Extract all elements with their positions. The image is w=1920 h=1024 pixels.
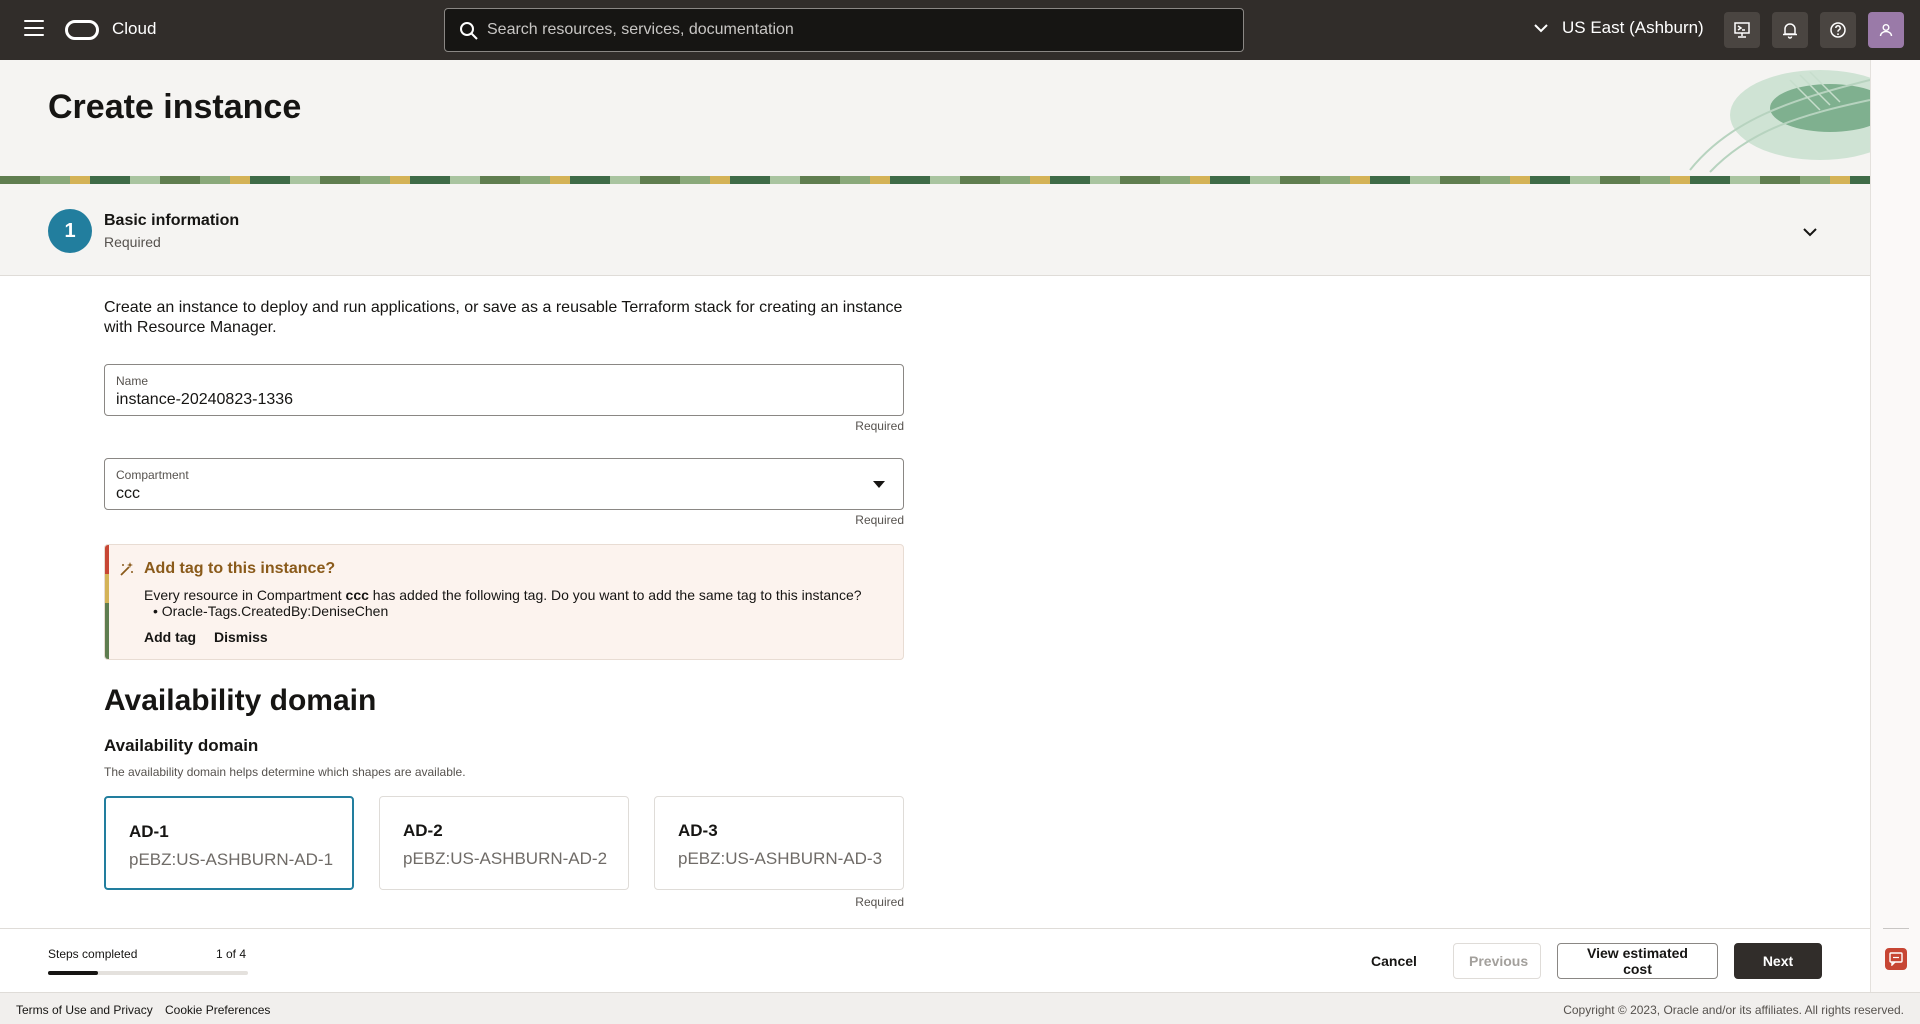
page-footer: Terms of Use and Privacy Cookie Preferen… — [0, 992, 1920, 1024]
progress-fill — [48, 971, 98, 975]
name-input[interactable] — [116, 391, 856, 409]
step-subtitle: Required — [104, 234, 161, 250]
tag-suggestion-banner: Add tag to this instance? Every resource… — [104, 544, 904, 660]
tag-suggestion-title: Add tag to this instance? — [144, 560, 336, 577]
ad-name: AD-1 — [129, 822, 169, 841]
search-box[interactable] — [444, 8, 1244, 52]
steps-completed-count: 1 of 4 — [216, 947, 247, 961]
wizard-action-bar: Steps completed 1 of 4 Cancel Previous V… — [0, 928, 1870, 992]
steps-progress-bar — [48, 971, 248, 975]
cloud-shell-icon — [1734, 22, 1750, 38]
main-form: Create an instance to deploy and run app… — [0, 276, 1870, 928]
cloud-logo-icon[interactable] — [65, 20, 99, 40]
region-label: US East (Ashburn) — [1562, 18, 1704, 37]
dropdown-caret-icon[interactable] — [873, 481, 885, 488]
ad-name: AD-3 — [678, 821, 718, 840]
search-input[interactable] — [487, 9, 1227, 51]
cloud-shell-button[interactable] — [1724, 12, 1760, 48]
help-button[interactable] — [1820, 12, 1856, 48]
menu-icon[interactable] — [24, 20, 44, 38]
region-selector[interactable]: US East (Ashburn) — [1532, 18, 1704, 38]
help-icon — [1830, 22, 1846, 38]
compartment-value: ccc — [116, 485, 140, 502]
cancel-button[interactable]: Cancel — [1356, 943, 1432, 979]
ad-card-ad-2[interactable]: AD-2 pEBZ:US-ASHBURN-AD-2 — [379, 796, 629, 890]
divider — [1883, 928, 1909, 929]
compartment-field-label: Compartment — [116, 468, 189, 482]
ad-card-ad-1[interactable]: AD-1 pEBZ:US-ASHBURN-AD-1 — [104, 796, 354, 890]
brand-name[interactable]: Cloud — [112, 19, 156, 39]
ad-name: AD-2 — [403, 821, 443, 840]
banner-stripe — [105, 545, 109, 659]
top-navigation-bar: Cloud US East (Ashburn) — [0, 0, 1920, 60]
collapse-step-button[interactable] — [1796, 220, 1824, 244]
availability-required-hint: Required — [855, 895, 904, 909]
compartment-select[interactable]: Compartment ccc — [104, 458, 904, 510]
steps-completed-label: Steps completed — [48, 947, 138, 961]
add-tag-button[interactable]: Add tag — [144, 629, 196, 645]
availability-field-title: Availability domain — [104, 736, 259, 755]
feedback-icon[interactable] — [1885, 948, 1907, 970]
user-profile-button[interactable] — [1868, 12, 1904, 48]
previous-button[interactable]: Previous — [1453, 943, 1541, 979]
intro-text: Create an instance to deploy and run app… — [104, 299, 903, 336]
ad-id: pEBZ:US-ASHBURN-AD-1 — [129, 850, 334, 869]
page-header: Create instance — [0, 60, 1870, 184]
name-field[interactable]: Name — [104, 364, 904, 416]
step-number-badge: 1 — [48, 209, 92, 253]
step-header: 1 Basic information Required — [0, 184, 1870, 276]
compartment-required-hint: Required — [855, 513, 904, 527]
ad-card-ad-3[interactable]: AD-3 pEBZ:US-ASHBURN-AD-3 — [654, 796, 904, 890]
user-icon — [1879, 24, 1893, 37]
next-button[interactable]: Next — [1734, 943, 1822, 979]
chevron-down-icon — [1803, 228, 1817, 237]
page-title: Create instance — [48, 88, 302, 126]
terms-link[interactable]: Terms of Use and Privacy — [16, 1003, 153, 1017]
tag-suggestion-text: Every resource in Compartment ccc has ad… — [144, 587, 862, 603]
sparkle-icon — [120, 562, 133, 576]
decorative-band — [0, 176, 1870, 184]
ad-id: pEBZ:US-ASHBURN-AD-3 — [678, 849, 883, 868]
name-required-hint: Required — [855, 419, 904, 433]
decorative-banner-art — [1689, 70, 1870, 173]
availability-help-text: The availability domain helps determine … — [104, 765, 466, 779]
bell-icon — [1783, 23, 1797, 39]
cookie-preferences-link[interactable]: Cookie Preferences — [165, 1003, 270, 1017]
name-field-label: Name — [116, 374, 149, 388]
availability-section-title: Availability domain — [104, 684, 377, 717]
chevron-down-icon — [1534, 24, 1548, 33]
view-estimated-cost-button[interactable]: View estimated cost — [1557, 943, 1718, 979]
copyright-text: Copyright © 2023, Oracle and/or its affi… — [1563, 1003, 1904, 1017]
right-rail — [1870, 60, 1920, 992]
notifications-button[interactable] — [1772, 12, 1808, 48]
step-title: Basic information — [104, 212, 240, 229]
search-icon — [460, 22, 478, 40]
ad-id: pEBZ:US-ASHBURN-AD-2 — [403, 849, 608, 868]
dismiss-button[interactable]: Dismiss — [214, 629, 268, 645]
tag-list-item: • Oracle-Tags.CreatedBy:DeniseChen — [153, 603, 389, 619]
